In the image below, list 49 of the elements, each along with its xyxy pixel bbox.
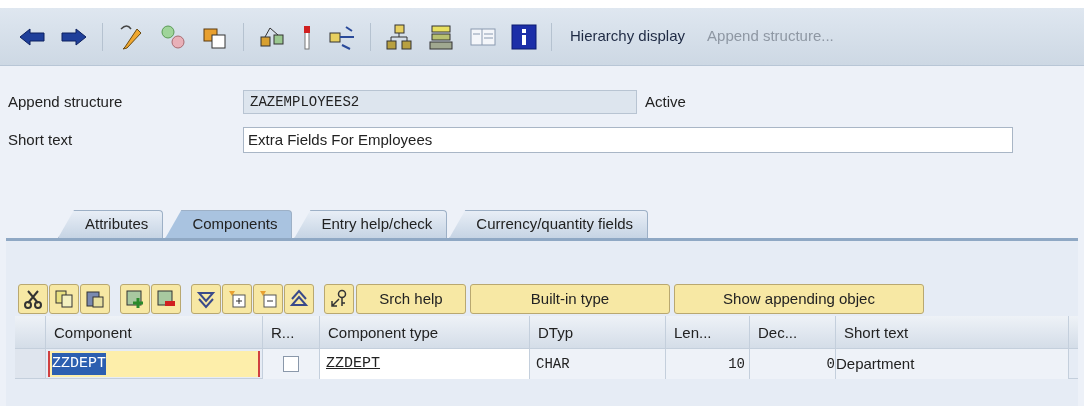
status-text: Active bbox=[645, 91, 686, 112]
field-label: Append structure bbox=[7, 91, 124, 112]
insert-row-button[interactable] bbox=[120, 284, 150, 314]
sort-down-button[interactable] bbox=[191, 284, 221, 314]
toolbar-button[interactable]: Hierarchy display bbox=[566, 25, 690, 48]
collapse-icon bbox=[258, 289, 278, 309]
key-button[interactable] bbox=[324, 284, 354, 314]
toolbar-button[interactable]: Built-in type bbox=[470, 284, 670, 314]
add-row-icon bbox=[125, 289, 145, 309]
checkbox[interactable] bbox=[283, 356, 299, 372]
toolbar-button[interactable]: Srch help bbox=[356, 284, 466, 314]
double-chevron-up-icon bbox=[289, 289, 309, 309]
tab[interactable]: Attributes bbox=[58, 210, 164, 238]
column-header[interactable]: Len... bbox=[666, 316, 750, 348]
scissors-icon bbox=[23, 289, 43, 309]
cut-button[interactable] bbox=[18, 284, 48, 314]
input-field[interactable]: ZZDEPT bbox=[48, 351, 260, 377]
tab[interactable]: Currency/quantity fields bbox=[449, 210, 649, 238]
double-chevron-down-icon bbox=[196, 289, 216, 309]
sort-up-button[interactable] bbox=[284, 284, 314, 314]
column-header[interactable]: Component type bbox=[320, 316, 530, 348]
table-cell: Department bbox=[836, 349, 1069, 379]
info-icon[interactable] bbox=[511, 23, 537, 50]
paste-button[interactable] bbox=[80, 284, 110, 314]
column-header[interactable]: Component bbox=[46, 316, 263, 348]
readonly-field[interactable]: ZAZEMPLOYEES2 bbox=[243, 90, 637, 114]
toolbar-button[interactable]: Show appending objec bbox=[674, 284, 924, 314]
back-arrow-icon[interactable] bbox=[18, 26, 46, 47]
input-field[interactable]: Extra Fields For Employees bbox=[243, 127, 1013, 153]
expand-icon bbox=[227, 289, 247, 309]
tab[interactable]: Entry help/check bbox=[294, 210, 448, 238]
column-header[interactable]: Dec... bbox=[750, 316, 836, 348]
tab[interactable]: Components bbox=[165, 210, 293, 238]
column-header[interactable]: R... bbox=[263, 316, 320, 348]
hierarchy-icon[interactable] bbox=[385, 22, 413, 51]
column-header[interactable]: Short text bbox=[836, 316, 1069, 348]
column-header[interactable]: DTyp bbox=[530, 316, 666, 348]
clipboard-icon bbox=[85, 289, 105, 309]
table-cell: CHAR bbox=[530, 349, 666, 379]
table-cell: 10 bbox=[666, 349, 750, 379]
copy-icon bbox=[54, 289, 74, 309]
table-cell: 0 bbox=[750, 349, 836, 379]
delete-row-button[interactable] bbox=[151, 284, 181, 314]
forward-arrow-icon[interactable] bbox=[60, 26, 88, 47]
key-icon bbox=[329, 289, 349, 309]
field-label: Short text bbox=[7, 129, 74, 150]
stack-icon[interactable] bbox=[427, 22, 455, 51]
remove-row-icon bbox=[156, 289, 176, 309]
expand-button[interactable] bbox=[222, 284, 252, 314]
